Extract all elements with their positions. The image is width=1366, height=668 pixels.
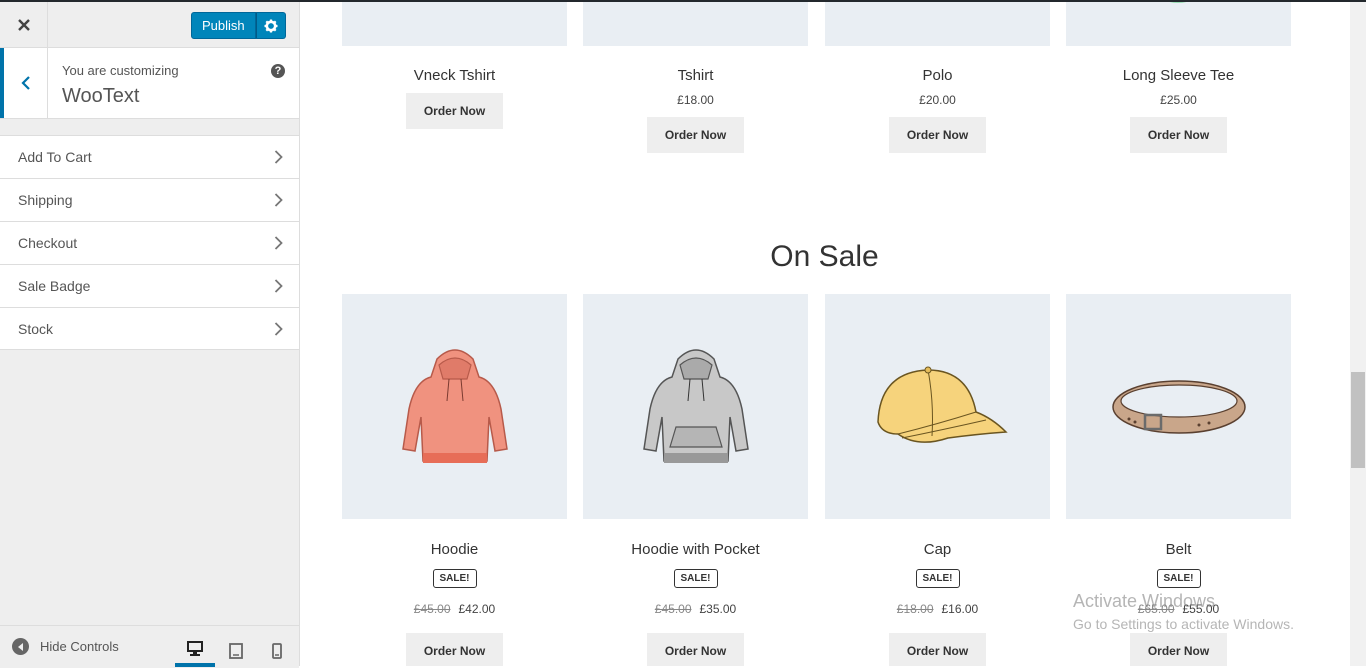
section-title: On Sale	[770, 240, 879, 273]
product-image[interactable]	[342, 294, 567, 519]
product-image[interactable]	[1066, 2, 1291, 46]
close-icon[interactable]	[0, 2, 48, 48]
product-name[interactable]: Hoodie with Pocket	[583, 541, 808, 558]
product-name[interactable]: Cap	[825, 541, 1050, 558]
menu-item-sale-badge[interactable]: Sale Badge	[0, 264, 299, 307]
menu-item-label: Stock	[18, 320, 54, 337]
publish-button[interactable]: Publish	[191, 12, 256, 39]
product-card: Hoodie SALE! £45.00 £42.00 Order Now	[342, 294, 567, 666]
chevron-right-icon	[274, 193, 283, 207]
product-image[interactable]	[825, 2, 1050, 46]
sale-price: £35.00	[699, 602, 737, 616]
product-image[interactable]	[1066, 294, 1291, 519]
order-now-button[interactable]: Order Now	[888, 117, 987, 153]
sale-badge: SALE!	[915, 569, 960, 588]
tablet-preview-button[interactable]	[216, 634, 256, 667]
back-icon[interactable]	[0, 48, 48, 118]
old-price: £18.00	[896, 602, 934, 616]
product-image[interactable]	[583, 2, 808, 46]
sidebar-header: Publish	[0, 2, 299, 48]
order-now-button[interactable]: Order Now	[646, 633, 745, 666]
activation-watermark-text: Go to Settings to activate Windows.	[1073, 616, 1294, 632]
mobile-icon	[272, 642, 282, 659]
menu-item-label: Add To Cart	[18, 149, 92, 165]
product-name[interactable]: Tshirt	[583, 67, 808, 84]
product-card: Cap SALE! £18.00 £16.00 Order Now	[825, 294, 1050, 666]
product-image[interactable]	[825, 294, 1050, 519]
activation-watermark-title: Activate Windows	[1073, 591, 1216, 611]
cap-image	[876, 366, 1008, 443]
old-price: £45.00	[654, 602, 692, 616]
product-name[interactable]: Polo	[825, 67, 1050, 84]
old-price: £45.00	[413, 602, 451, 616]
product-price: £45.00 £42.00	[342, 602, 567, 616]
sidebar-footer: Hide Controls	[0, 625, 299, 668]
order-now-button[interactable]: Order Now	[1129, 633, 1228, 666]
product-card: Polo £20.00 Order Now	[825, 2, 1050, 153]
product-price: £45.00 £35.00	[583, 602, 808, 616]
preview-scrollbar[interactable]	[1350, 2, 1366, 666]
sale-price: £16.00	[941, 602, 979, 616]
customizing-label: You are customizing	[62, 63, 179, 78]
hoodie-image	[401, 349, 508, 463]
order-now-button[interactable]: Order Now	[888, 633, 987, 666]
hide-controls-label: Hide Controls	[40, 639, 119, 654]
product-card: Hoodie with Pocket SALE! £45.00 £35.00 Or…	[583, 294, 808, 666]
gear-icon[interactable]	[255, 12, 286, 39]
scrollbar-thumb[interactable]	[1351, 372, 1365, 468]
customizer-sidebar: Publish You are customizing WooText ? Ad…	[0, 2, 300, 668]
product-name[interactable]: Long Sleeve Tee	[1066, 67, 1291, 84]
belt-image	[1111, 379, 1246, 434]
mobile-preview-button[interactable]	[257, 634, 297, 667]
desktop-icon	[187, 641, 203, 656]
customizing-title: WooText	[62, 85, 140, 107]
section-menu: Add To Cart Shipping Checkout Sale Badge…	[0, 135, 299, 350]
hoodie-with-pocket-image	[642, 349, 749, 463]
menu-item-shipping[interactable]: Shipping	[0, 178, 299, 221]
hide-controls-button[interactable]: Hide Controls	[12, 638, 119, 655]
order-now-button[interactable]: Order Now	[405, 93, 504, 129]
order-now-button[interactable]: Order Now	[646, 117, 745, 153]
product-name[interactable]: Belt	[1066, 541, 1291, 558]
menu-item-add-to-cart[interactable]: Add To Cart	[0, 135, 299, 178]
product-name[interactable]: Vneck Tshirt	[342, 67, 567, 84]
product-image[interactable]	[583, 294, 808, 519]
product-card: Tshirt £18.00 Order Now	[583, 2, 808, 153]
site-preview: Vneck Tshirt Order Now Tshirt £18.00 Ord…	[300, 2, 1350, 666]
product-price: £18.00	[677, 93, 714, 107]
help-icon[interactable]: ?	[271, 64, 285, 78]
product-card: Vneck Tshirt Order Now	[342, 2, 567, 129]
chevron-right-icon	[274, 236, 283, 250]
menu-item-stock[interactable]: Stock	[0, 307, 299, 350]
menu-item-label: Sale Badge	[18, 278, 91, 294]
order-now-button[interactable]: Order Now	[405, 633, 504, 666]
chevron-right-icon	[274, 150, 283, 164]
product-card: Long Sleeve Tee £25.00 Order Now	[1066, 2, 1291, 153]
chevron-right-icon	[274, 321, 283, 336]
product-price: £25.00	[1160, 93, 1197, 107]
product-name[interactable]: Hoodie	[342, 541, 567, 558]
sale-badge: SALE!	[432, 569, 477, 588]
desktop-preview-button[interactable]	[175, 634, 215, 667]
sale-price: £42.00	[458, 602, 496, 616]
publish-group: Publish	[191, 12, 286, 39]
menu-item-label: Checkout	[18, 235, 78, 251]
menu-item-checkout[interactable]: Checkout	[0, 221, 299, 264]
collapse-arrow-icon	[12, 638, 29, 655]
tablet-icon	[229, 642, 243, 659]
product-image[interactable]	[342, 2, 567, 46]
sale-badge: SALE!	[673, 569, 718, 588]
product-price: £20.00	[919, 93, 956, 107]
menu-item-label: Shipping	[18, 192, 73, 208]
customizing-panel: You are customizing WooText ?	[0, 48, 299, 119]
order-now-button[interactable]: Order Now	[1129, 117, 1228, 153]
chevron-right-icon	[274, 279, 283, 293]
product-price: £18.00 £16.00	[825, 602, 1050, 616]
sale-badge: SALE!	[1156, 569, 1201, 588]
